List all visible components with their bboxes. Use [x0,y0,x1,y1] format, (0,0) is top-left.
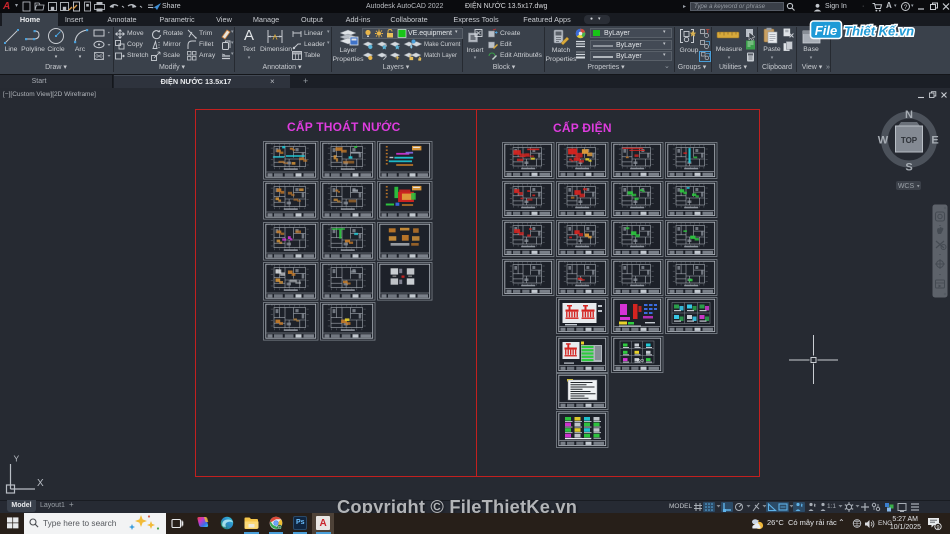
svg-text:Y: Y [14,454,20,464]
svg-text:E: E [931,135,938,147]
svg-text:Thiết Kế.vn: Thiết Kế.vn [844,24,914,39]
svg-text:File: File [815,23,837,38]
svg-text:N: N [905,109,913,121]
svg-text:9: 9 [936,525,939,531]
svg-text:G: G [278,525,282,530]
svg-text:WCS: WCS [898,183,915,190]
svg-text:X: X [37,478,44,489]
svg-text:OO: OO [637,357,645,362]
svg-text:S: S [905,162,912,174]
svg-text:W: W [878,135,889,147]
svg-text:?: ? [904,4,908,11]
svg-text:TOP: TOP [901,136,918,145]
